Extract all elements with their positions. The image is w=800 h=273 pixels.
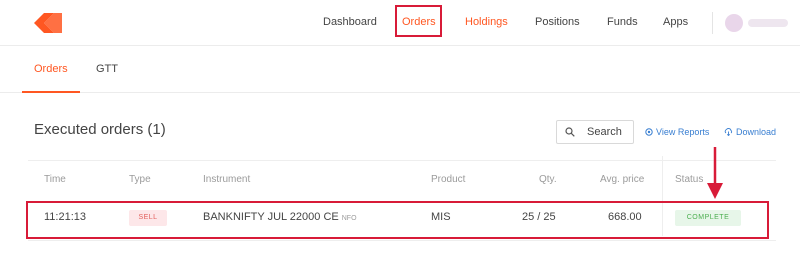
sub-navbar: Orders GTT bbox=[0, 47, 800, 93]
orders-highlight-box bbox=[395, 5, 442, 37]
download-link[interactable]: Download bbox=[724, 127, 776, 137]
col-qty[interactable]: Qty. bbox=[539, 174, 557, 185]
col-status[interactable]: Status bbox=[675, 174, 703, 185]
table-bottom-border bbox=[28, 240, 776, 241]
download-label: Download bbox=[736, 127, 777, 137]
table-header: Time Type Instrument Product Qty. Avg. p… bbox=[28, 160, 776, 200]
search-icon bbox=[565, 127, 575, 137]
tab-gtt[interactable]: GTT bbox=[96, 63, 118, 75]
user-id-redacted[interactable] bbox=[748, 19, 788, 27]
col-time[interactable]: Time bbox=[44, 174, 66, 185]
nav-funds[interactable]: Funds bbox=[607, 16, 638, 28]
view-reports-icon bbox=[645, 128, 653, 136]
view-reports-link[interactable]: View Reports bbox=[645, 127, 709, 137]
nav-holdings[interactable]: Holdings bbox=[465, 16, 508, 28]
download-icon bbox=[724, 128, 733, 137]
page-title: Executed orders (1) bbox=[34, 121, 166, 138]
view-reports-label: View Reports bbox=[656, 127, 710, 137]
annotation-arrow-icon bbox=[707, 147, 723, 199]
nav-positions[interactable]: Positions bbox=[535, 16, 580, 28]
row-highlight-box bbox=[26, 201, 769, 239]
tab-orders[interactable]: Orders bbox=[34, 63, 68, 75]
col-avg-price[interactable]: Avg. price bbox=[600, 174, 644, 185]
nav-dashboard[interactable]: Dashboard bbox=[323, 16, 377, 28]
nav-divider bbox=[712, 12, 713, 34]
active-tab-underline bbox=[22, 91, 80, 93]
search-label: Search bbox=[587, 126, 622, 138]
col-type[interactable]: Type bbox=[129, 174, 151, 185]
search-input[interactable]: Search bbox=[556, 120, 634, 144]
avatar[interactable] bbox=[725, 14, 743, 32]
col-instrument[interactable]: Instrument bbox=[203, 174, 250, 185]
kite-logo-icon[interactable] bbox=[34, 13, 62, 33]
col-product[interactable]: Product bbox=[431, 174, 465, 185]
nav-apps[interactable]: Apps bbox=[663, 16, 688, 28]
